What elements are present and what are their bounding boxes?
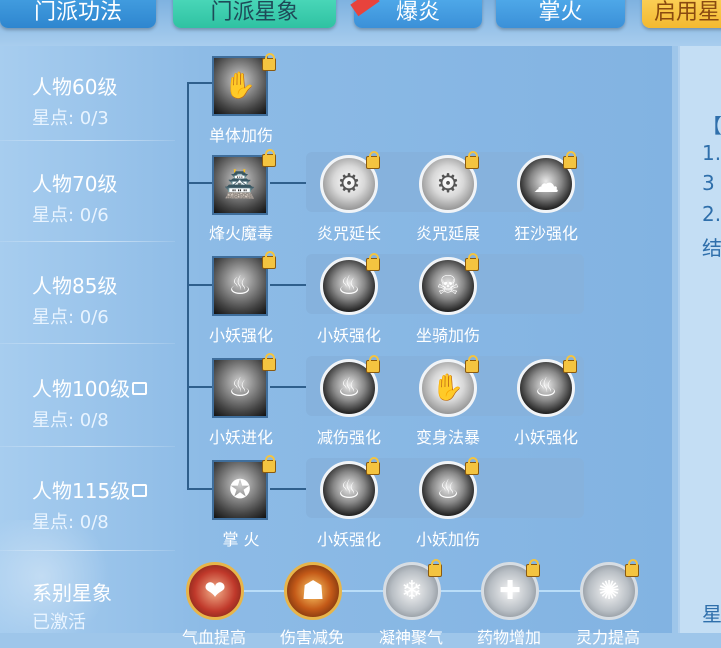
connector <box>270 386 306 388</box>
lock-icon <box>262 53 276 71</box>
lock-icon <box>465 253 479 271</box>
level-label: 人物70级 <box>32 172 118 196</box>
lock-icon <box>465 355 479 373</box>
lock-icon <box>465 457 479 475</box>
tree-branch <box>187 284 212 286</box>
connector <box>270 182 306 184</box>
star-points: 星点: 0/3 <box>32 108 109 129</box>
tree-branch <box>187 386 212 388</box>
connector <box>270 284 306 286</box>
level-label: 人物60级 <box>32 75 118 99</box>
skill-label: 变身法暴 <box>415 428 480 447</box>
skill-label: 减伤强化 <box>316 428 381 447</box>
skill-label: 小妖强化 <box>513 428 578 447</box>
desc-line: 3 <box>702 171 715 195</box>
divider <box>0 446 175 447</box>
imp-evolve-skill-icon[interactable]: ♨ <box>212 358 268 418</box>
skill-label: 小妖加伤 <box>415 530 480 549</box>
top-tab-bar: 门派功法 门派星象 爆炎 掌火 启用星 <box>0 0 721 46</box>
star-points: 星点: 0/6 <box>32 205 109 226</box>
lock-icon <box>262 353 276 371</box>
series-item-label: 灵力提高 <box>575 628 640 647</box>
lock-icon <box>563 355 577 373</box>
desc-line: 结 <box>702 236 721 260</box>
single-damage-skill-icon[interactable]: ✋ <box>212 56 268 116</box>
level-label: 人物100级 <box>32 373 148 402</box>
lock-icon <box>526 559 540 577</box>
lock-icon <box>132 484 148 497</box>
desc-line: 【 <box>702 114 721 138</box>
tree-branch <box>187 488 212 490</box>
lock-icon <box>366 253 380 271</box>
desc-line: 2. <box>702 202 721 226</box>
desc-line: 星 <box>702 602 721 626</box>
series-item-label: 伤害减免 <box>279 628 344 647</box>
star-points: 星点: 0/8 <box>32 410 109 431</box>
star-points: 星点: 0/6 <box>32 307 109 328</box>
skill-label: 坐骑加伤 <box>415 326 480 345</box>
imp-boost-skill-icon[interactable]: ♨ <box>212 256 268 316</box>
lock-icon <box>465 151 479 169</box>
tab-enable-star[interactable]: 启用星 <box>642 0 721 28</box>
skill-label: 小妖强化 <box>316 326 381 345</box>
connector <box>270 488 306 490</box>
divider <box>0 140 175 141</box>
tab-sect-stars[interactable]: 门派星象 <box>173 0 336 28</box>
lock-icon <box>262 251 276 269</box>
lock-icon <box>132 382 148 395</box>
series-item-label: 气血提高 <box>181 628 246 647</box>
tree-branch <box>187 82 212 84</box>
tree-branch <box>187 182 212 184</box>
desc-line: 1. <box>702 141 721 165</box>
description-panel: 【 1. 3 2. 结 星 <box>678 46 721 633</box>
skill-label: 炎咒延长 <box>316 224 381 243</box>
lock-icon <box>428 559 442 577</box>
lock-icon <box>625 559 639 577</box>
skill-label: 小妖进化 <box>208 428 273 447</box>
lock-icon <box>262 455 276 473</box>
divider <box>0 241 175 242</box>
tab-palm-fire[interactable]: 掌火 <box>496 0 625 28</box>
skill-label: 单体加伤 <box>208 126 273 145</box>
level-label: 人物85级 <box>32 274 118 298</box>
skill-label: 小妖强化 <box>316 530 381 549</box>
lock-icon <box>366 151 380 169</box>
lock-icon <box>563 151 577 169</box>
tree-trunk <box>187 82 189 490</box>
skill-label: 炎咒延展 <box>415 224 480 243</box>
tab-sect-skills[interactable]: 门派功法 <box>0 0 156 28</box>
series-item-label: 凝神聚气 <box>378 628 443 647</box>
level-label: 人物115级 <box>32 475 148 504</box>
series-item-label: 药物增加 <box>476 628 541 647</box>
heart-icon[interactable]: ❤ <box>186 562 244 620</box>
skill-label: 掌 火 <box>222 530 260 549</box>
divider <box>0 343 175 344</box>
skill-label: 狂沙强化 <box>513 224 578 243</box>
palm-fire-skill-icon[interactable]: ✪ <box>212 460 268 520</box>
series-status: 已激活 <box>32 612 86 633</box>
shield-person-icon[interactable]: ☗ <box>284 562 342 620</box>
skill-label: 烽火魔毒 <box>208 224 273 243</box>
beacon-poison-skill-icon[interactable]: 🏯 <box>212 155 268 215</box>
lock-icon <box>262 149 276 167</box>
lock-icon <box>366 457 380 475</box>
lock-icon <box>366 355 380 373</box>
skill-label: 小妖强化 <box>208 326 273 345</box>
series-label: 系别星象 <box>32 581 112 605</box>
